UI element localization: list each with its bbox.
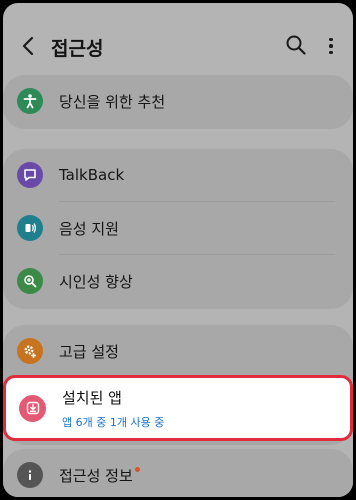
installed-apps-sublabel: 앱 6개 중 1개 사용 중 bbox=[62, 415, 165, 429]
device-frame: 접근성 당신을 위한 추천 TalkBack 음성 지원 시인성 향상 고급 설… bbox=[0, 0, 356, 500]
about-accessibility-label: 접근성 정보 bbox=[59, 465, 140, 486]
search-button[interactable] bbox=[285, 34, 309, 58]
about-label-text: 접근성 정보 bbox=[59, 466, 133, 485]
voice-assist-icon bbox=[17, 215, 43, 241]
magnify-plus-icon bbox=[17, 268, 43, 294]
visibility-item[interactable]: 시인성 향상 bbox=[3, 255, 353, 307]
back-button[interactable] bbox=[15, 33, 41, 59]
vision-card: TalkBack 음성 지원 시인성 향상 bbox=[3, 149, 353, 309]
new-badge-dot bbox=[134, 466, 140, 472]
recommended-item[interactable]: 당신을 위한 추천 bbox=[3, 75, 353, 127]
download-app-icon bbox=[19, 394, 46, 422]
accessibility-screen: 접근성 당신을 위한 추천 TalkBack 음성 지원 시인성 향상 고급 설… bbox=[3, 3, 353, 497]
installed-apps-text: 설치된 앱 앱 6개 중 1개 사용 중 bbox=[62, 387, 164, 430]
voice-assist-label: 음성 지원 bbox=[59, 219, 119, 238]
installed-apps-label: 설치된 앱 bbox=[62, 388, 122, 407]
recommended-label: 당신을 위한 추천 bbox=[59, 92, 166, 111]
search-icon bbox=[286, 35, 306, 55]
info-icon bbox=[17, 462, 43, 488]
talkback-item[interactable]: TalkBack bbox=[3, 149, 353, 201]
recommended-card: 당신을 위한 추천 bbox=[3, 75, 353, 129]
chevron-left-icon bbox=[22, 37, 34, 55]
page-title: 접근성 bbox=[51, 38, 104, 60]
app-bar: 접근성 bbox=[3, 3, 353, 83]
gear-plus-icon bbox=[17, 338, 43, 364]
voice-assist-item[interactable]: 음성 지원 bbox=[3, 202, 353, 254]
chat-bubble-icon bbox=[17, 162, 43, 188]
more-options-button[interactable] bbox=[321, 34, 341, 58]
about-card: 접근성 정보 bbox=[3, 449, 353, 497]
visibility-label: 시인성 향상 bbox=[59, 272, 133, 291]
more-vertical-icon-dot bbox=[329, 44, 333, 48]
accessibility-person-icon bbox=[17, 88, 43, 114]
more-vertical-icon-dot bbox=[329, 50, 333, 55]
installed-apps-item[interactable]: 설치된 앱 앱 6개 중 1개 사용 중 bbox=[3, 375, 353, 441]
advanced-settings-label: 고급 설정 bbox=[59, 342, 119, 361]
talkback-label: TalkBack bbox=[59, 166, 125, 184]
advanced-settings-item[interactable]: 고급 설정 bbox=[3, 325, 353, 377]
more-vertical-icon bbox=[329, 37, 333, 42]
about-accessibility-item[interactable]: 접근성 정보 bbox=[3, 449, 353, 488]
